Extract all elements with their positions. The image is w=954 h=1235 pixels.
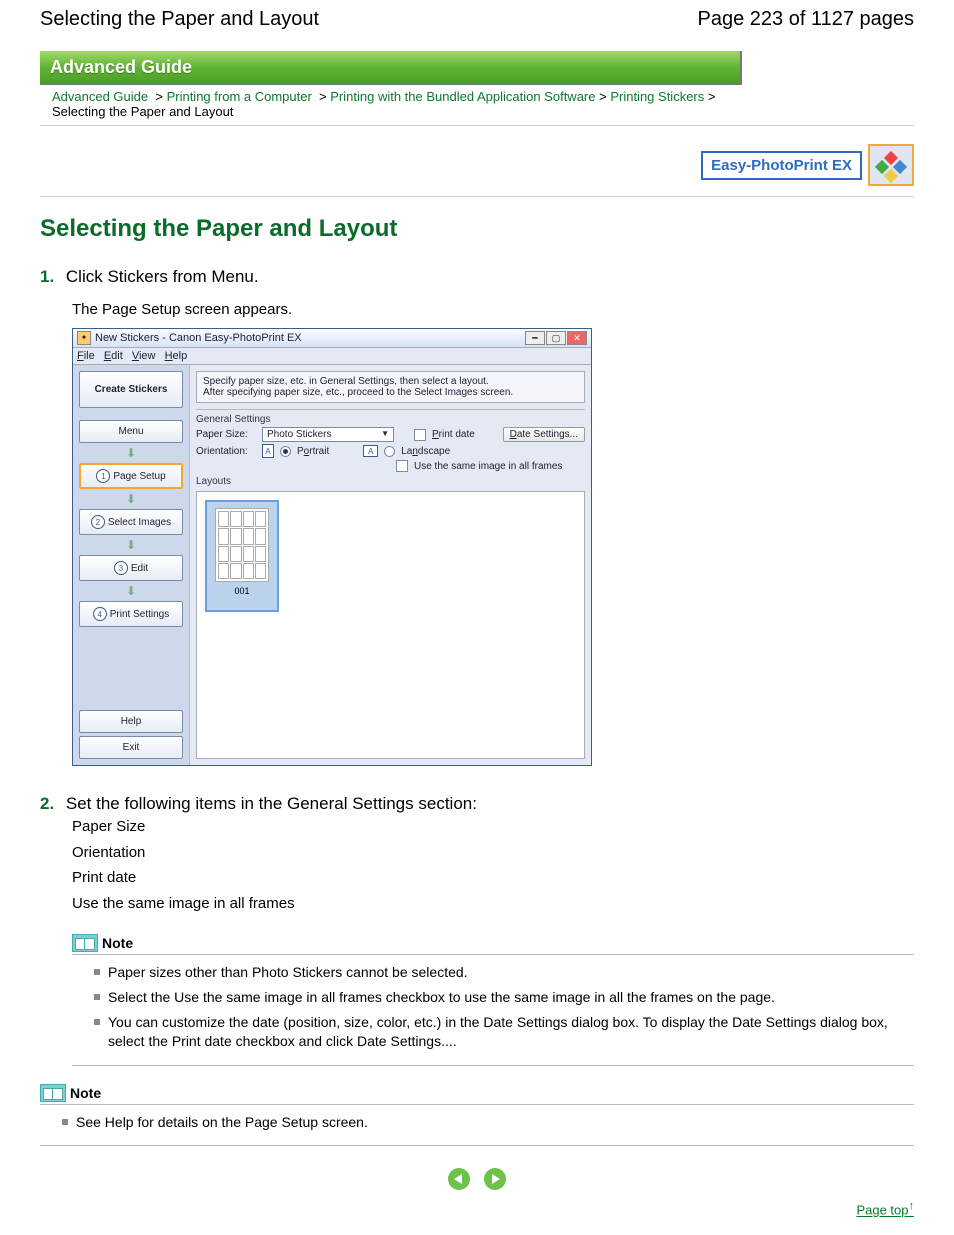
general-settings-label: General Settings (196, 409, 585, 425)
crumb-bundled-software[interactable]: Printing with the Bundled Application So… (330, 89, 595, 104)
setting-item: Use the same image in all frames (72, 891, 914, 917)
paper-size-select[interactable]: Photo Stickers▼ (262, 427, 394, 442)
step-1-number: 1. (40, 267, 62, 287)
layouts-area: 001 (196, 491, 585, 759)
layout-thumbnail-001[interactable]: 001 (205, 500, 279, 612)
note-heading: Note (70, 1085, 101, 1101)
landscape-icon: A (363, 445, 378, 457)
page-top-link[interactable]: Page top↑ (856, 1200, 914, 1217)
sidebar-edit-button[interactable]: 3Edit (79, 555, 183, 581)
menu-file[interactable]: File (77, 350, 95, 362)
create-stickers-button[interactable]: Create Stickers (79, 371, 183, 408)
note-icon (40, 1084, 66, 1102)
step-2-text: Set the following items in the General S… (66, 794, 477, 813)
layout-thumbnail-label: 001 (215, 586, 269, 596)
window-maximize-icon[interactable]: ▢ (546, 331, 566, 345)
menu-help[interactable]: Help (165, 350, 188, 362)
sidebar-exit-button[interactable]: Exit (79, 736, 183, 759)
next-page-button[interactable] (484, 1168, 506, 1190)
print-date-label: Print date (432, 429, 475, 440)
crumb-printing-stickers[interactable]: Printing Stickers (610, 89, 704, 104)
crumb-current: Selecting the Paper and Layout (52, 104, 233, 119)
crumb-printing-from-computer[interactable]: Printing from a Computer (167, 89, 312, 104)
note-item: Select the Use the same image in all fra… (94, 988, 914, 1007)
layouts-label: Layouts (196, 476, 585, 487)
landscape-radio[interactable] (384, 446, 395, 457)
instruction-box: Specify paper size, etc. in General Sett… (196, 371, 585, 403)
page-title: Selecting the Paper and Layout (40, 215, 914, 243)
window-minimize-icon[interactable]: ━ (525, 331, 545, 345)
crumb-advanced-guide[interactable]: Advanced Guide (52, 89, 148, 104)
note-heading: Note (102, 935, 133, 951)
note-item: See Help for details on the Page Setup s… (62, 1113, 914, 1132)
chevron-down-icon: ▼ (381, 429, 389, 440)
setting-item: Orientation (72, 840, 914, 866)
app-window-title: New Stickers - Canon Easy-PhotoPrint EX (95, 332, 302, 344)
sidebar-menu-button[interactable]: Menu (79, 420, 183, 443)
step-1-text: Click Stickers from Menu. (66, 267, 259, 286)
app-menubar: File Edit View Help (73, 348, 591, 365)
arrow-up-icon: ↑ (909, 1200, 915, 1212)
app-window-icon: ✦ (77, 331, 91, 345)
note-item: You can customize the date (position, si… (94, 1013, 914, 1051)
menu-edit[interactable]: Edit (104, 350, 123, 362)
portrait-radio[interactable] (280, 446, 291, 457)
arrow-down-icon: ⬇ (126, 538, 136, 552)
sidebar-select-images-button[interactable]: 2Select Images (79, 509, 183, 535)
menu-view[interactable]: View (132, 350, 156, 362)
note-icon (72, 934, 98, 952)
guide-banner: Advanced Guide (40, 51, 742, 85)
print-date-checkbox[interactable] (414, 429, 426, 441)
portrait-icon: A (262, 444, 274, 458)
landscape-label: Landscape (401, 446, 450, 457)
step-2-number: 2. (40, 794, 62, 814)
same-image-label: Use the same image in all frames (414, 461, 562, 472)
portrait-label: Portrait (297, 446, 329, 457)
setting-item: Paper Size (72, 814, 914, 840)
doc-title-header: Selecting the Paper and Layout (40, 8, 319, 31)
sidebar-help-button[interactable]: Help (79, 710, 183, 733)
arrow-down-icon: ⬇ (126, 446, 136, 460)
note-item: Paper sizes other than Photo Stickers ca… (94, 963, 914, 982)
window-close-icon[interactable]: ✕ (567, 331, 587, 345)
paper-size-label: Paper Size: (196, 429, 256, 440)
setting-item: Print date (72, 865, 914, 891)
page-counter: Page 223 of 1127 pages (698, 8, 914, 31)
step-1-subtext: The Page Setup screen appears. (72, 301, 914, 318)
product-icon (868, 144, 914, 186)
arrow-down-icon: ⬇ (126, 492, 136, 506)
app-screenshot: ✦ New Stickers - Canon Easy-PhotoPrint E… (72, 328, 592, 766)
prev-page-button[interactable] (448, 1168, 470, 1190)
same-image-checkbox[interactable] (396, 460, 408, 472)
product-name-box: Easy-PhotoPrint EX (701, 151, 862, 180)
sidebar-page-setup-button[interactable]: 1Page Setup (79, 463, 183, 489)
date-settings-button[interactable]: Date Settings... (503, 427, 585, 442)
sidebar-print-settings-button[interactable]: 4Print Settings (79, 601, 183, 627)
arrow-down-icon: ⬇ (126, 584, 136, 598)
orientation-label: Orientation: (196, 446, 256, 457)
breadcrumb: Advanced Guide > Printing from a Compute… (40, 89, 914, 126)
